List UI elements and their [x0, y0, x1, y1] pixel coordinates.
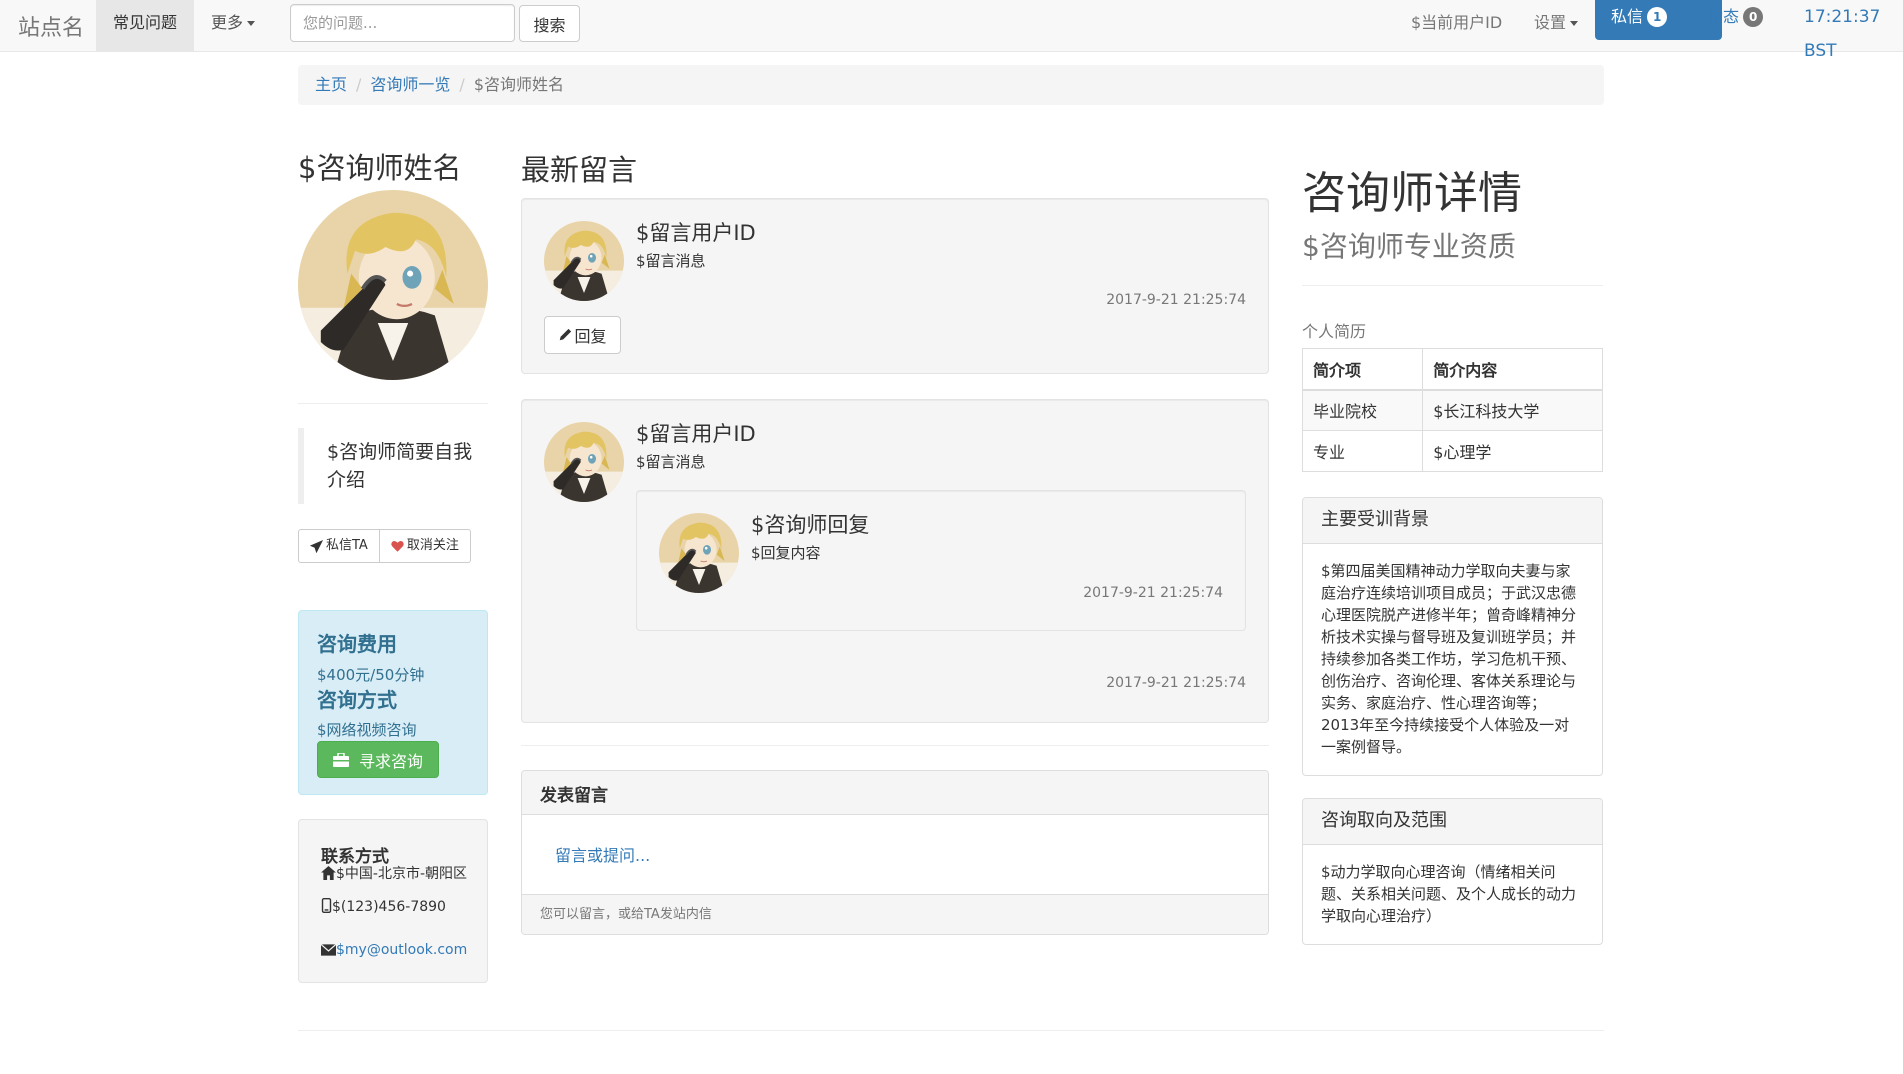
counselor-name: $咨询师姓名 [298, 151, 462, 185]
current-user-link[interactable]: $当前用户ID [1411, 0, 1502, 51]
contact-email[interactable]: $my@outlook.com [320, 942, 471, 959]
reply-user: $咨询师回复 [751, 513, 870, 537]
contact-phone: $(123)456-7890 [321, 898, 471, 916]
scope-panel: 咨询取向及范围 $动力学取向心理咨询（情绪相关问题、关系相关问题、及个人成长的动… [1302, 798, 1603, 945]
post-message-panel: 发表留言 留言或提问... 您可以留言，或给TA发站内信 [521, 770, 1269, 935]
breadcrumb-counselor-list[interactable]: 咨询师一览 [370, 75, 450, 94]
message-text: $留言消息 [636, 453, 706, 471]
settings-dropdown[interactable]: 设置 [1534, 0, 1579, 51]
method-value: $网络视频咨询 [317, 721, 417, 739]
training-panel: 主要受训背景 $第四届美国精神动力学取向夫妻与家庭治疗连续培训项目成员；于武汉忠… [1302, 497, 1603, 776]
contact-panel: 联系方式 $中国-北京市-朝阳区 $(123)456-7890 $my@outl… [298, 819, 488, 983]
post-panel-footer: 您可以留言，或给TA发站内信 [522, 894, 1268, 934]
top-navbar: 站点名 常见问题 更多 搜索 $当前用户ID 设置 私信1 动态0 17:21:… [0, 0, 1903, 61]
bio-table: 简介项 简介内容 毕业院校 $长江科技大学 专业 $心理学 [1301, 348, 1603, 472]
messages-button[interactable]: 私信 1 [1595, 0, 1722, 40]
training-text: $第四届美国精神动力学取向夫妻与家庭治疗连续培训项目成员；于武汉忠德心理医院脱产… [1321, 562, 1577, 756]
post-message-link[interactable]: 留言或提问... [555, 842, 650, 866]
reply-time: 2017-9-21 21:25:74 [1083, 585, 1223, 601]
counselor-avatar [298, 190, 488, 380]
training-title: 主要受训背景 [1303, 498, 1602, 544]
action-button-group: 私信TA 取消关注 [298, 529, 471, 563]
message-item: $留言用户ID $留言消息 2017-9-21 21:25:74 回复 [521, 198, 1269, 374]
details-title: 咨询师详情 [1302, 168, 1522, 219]
fee-title: 咨询费用 [317, 632, 397, 656]
breadcrumb-home[interactable]: 主页 [315, 75, 347, 94]
reply-text: $回复内容 [751, 544, 821, 562]
message-user-id: $留言用户ID [636, 422, 756, 446]
divider [1302, 285, 1603, 286]
pencil-icon [560, 328, 572, 341]
envelope-icon [320, 943, 337, 956]
reply-button[interactable]: 回复 [544, 316, 621, 354]
table-header: 简介项 [1301, 348, 1424, 391]
message-text: $留言消息 [636, 252, 706, 270]
caret-down-icon [247, 21, 256, 26]
briefcase-icon [332, 752, 349, 767]
breadcrumb-current: $咨询师姓名 [473, 75, 564, 94]
divider [298, 403, 488, 404]
consultation-fee-panel: 咨询费用 $400元/50分钟 咨询方式 $网络视频咨询 寻求咨询 [298, 610, 488, 795]
contact-title: 联系方式 [321, 847, 389, 867]
heart-icon [391, 540, 404, 552]
unfollow-button[interactable]: 取消关注 [379, 529, 471, 563]
counselor-intro: $咨询师简要自我介绍 [298, 428, 488, 504]
activity-badge: 0 [1743, 7, 1764, 27]
activity-link[interactable]: 动态 0 [1707, 0, 1764, 34]
send-message-button[interactable]: 私信TA [298, 529, 380, 563]
message-time: 2017-9-21 21:25:74 [1106, 675, 1246, 691]
contact-address: $中国-北京市-朝阳区 [321, 866, 471, 883]
nav-more-dropdown[interactable]: 更多 [194, 0, 272, 51]
message-item: $留言用户ID $留言消息 $咨询师回复 $回复内容 2017-9-21 21:… [521, 399, 1269, 723]
method-title: 咨询方式 [317, 688, 397, 712]
clock: 17:21:37 BST [1804, 7, 1881, 61]
footer-divider [298, 1030, 1604, 1031]
nav-faq[interactable]: 常见问题 [96, 0, 195, 51]
phone-icon [321, 898, 332, 913]
details-subtitle: $咨询师专业资质 [1302, 230, 1516, 263]
bio-label: 个人简历 [1302, 322, 1367, 341]
latest-messages-title: 最新留言 [521, 153, 638, 187]
counselor-reply: $咨询师回复 $回复内容 2017-9-21 21:25:74 [636, 490, 1246, 631]
divider [521, 745, 1269, 746]
breadcrumb: 主页 / 咨询师一览 / $咨询师姓名 [298, 65, 1604, 105]
home-icon [321, 866, 336, 880]
search-input[interactable] [290, 4, 515, 42]
messages-badge: 1 [1647, 7, 1668, 27]
message-user-id: $留言用户ID [636, 221, 756, 245]
post-panel-title: 发表留言 [522, 771, 1268, 815]
search-button[interactable]: 搜索 [519, 5, 580, 42]
seek-consultation-button[interactable]: 寻求咨询 [317, 741, 439, 778]
fee-value: $400元/50分钟 [317, 666, 425, 684]
table-row: 专业 $心理学 [1301, 430, 1603, 472]
scope-title: 咨询取向及范围 [1303, 799, 1602, 845]
reply-avatar [659, 513, 739, 593]
site-brand[interactable]: 站点名 [18, 10, 84, 42]
message-user-avatar [544, 422, 624, 502]
table-header: 简介内容 [1422, 348, 1603, 391]
send-icon [310, 539, 323, 553]
table-row: 毕业院校 $长江科技大学 [1301, 389, 1603, 431]
message-time: 2017-9-21 21:25:74 [1106, 292, 1246, 308]
caret-down-icon [1570, 21, 1579, 26]
message-user-avatar [544, 221, 624, 301]
scope-text: $动力学取向心理咨询（情绪相关问题、关系相关问题、及个人成长的动力学取向心理治疗… [1321, 863, 1577, 925]
